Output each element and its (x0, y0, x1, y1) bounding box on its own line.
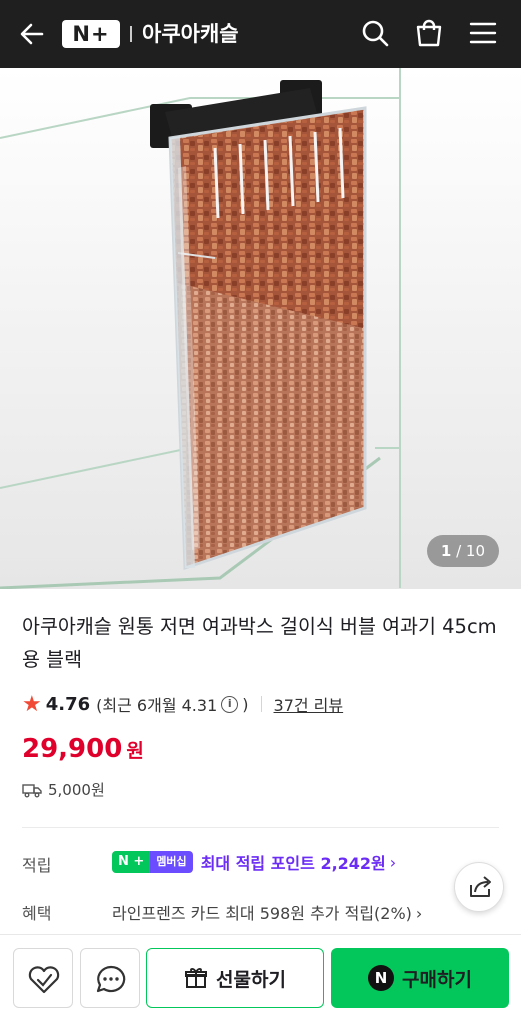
store-name[interactable]: 아쿠아캐슬 (142, 19, 239, 49)
buy-button-label: 구매하기 (402, 968, 472, 991)
talk-button[interactable] (80, 948, 140, 1008)
wishlist-button[interactable] (13, 948, 73, 1008)
product-title: 아쿠아캐슬 원통 저면 여과박스 걸이식 버블 여과기 45cm용 블랙 (22, 615, 497, 671)
benefit-label: 혜택 (22, 904, 52, 923)
naver-n-icon: N (368, 965, 395, 991)
chevron-right-icon: › (415, 904, 423, 923)
points-label: 적립 (22, 856, 52, 875)
recent-rating: (최근 6개월 4.31 (96, 696, 218, 715)
points-row[interactable]: N + 멤버십 최대 적립 포인트 2,242원 › (112, 850, 396, 874)
product-image[interactable]: 1 / 10 (0, 68, 521, 589)
share-icon (470, 876, 491, 897)
logo-divider (130, 26, 132, 42)
naver-plus-membership-badge: N + 멤버십 (112, 851, 193, 873)
back-arrow-icon[interactable] (18, 20, 46, 48)
rating-value: 4.76 (45, 693, 91, 715)
bottom-action-bar: 선물하기 N 구매하기 (0, 934, 521, 1024)
gift-icon (185, 968, 208, 988)
star-icon: ★ (22, 691, 42, 717)
recent-rating-close: ) (242, 694, 249, 714)
price-value: 29,900 (22, 734, 123, 764)
price-unit: 원 (126, 740, 144, 762)
product-photo-illustration (0, 68, 521, 589)
search-icon[interactable] (360, 18, 390, 48)
chevron-right-icon: › (389, 852, 397, 872)
section-divider (22, 827, 499, 828)
gift-button[interactable]: 선물하기 (146, 948, 324, 1008)
benefit-row[interactable]: 라인프렌즈 카드 최대 598원 추가 적립(2%) › (112, 900, 422, 924)
info-icon[interactable]: i (221, 695, 239, 713)
chat-bubble-icon (96, 965, 126, 993)
shipping-fee: 5,000원 (48, 781, 105, 799)
delivery-truck-icon (22, 783, 42, 797)
review-count-link[interactable]: 37건 리뷰 (274, 692, 344, 716)
shipping-info: 5,000원 (22, 779, 105, 800)
image-counter: 1 / 10 (426, 535, 499, 567)
naver-plus-logo[interactable]: N+ (62, 20, 120, 48)
menu-icon[interactable] (468, 18, 498, 48)
max-points-text: 최대 적립 포인트 2,242원 (200, 854, 386, 873)
heart-check-icon (28, 966, 60, 994)
gift-button-label: 선물하기 (216, 968, 286, 991)
benefit-text: 라인프렌즈 카드 최대 598원 추가 적립(2%) (112, 904, 412, 923)
rating-row: ★ 4.76 (최근 6개월 4.31 i ) 37건 리뷰 (22, 690, 343, 718)
separator (260, 696, 262, 712)
buy-button[interactable]: N 구매하기 (331, 948, 509, 1008)
price: 29,900 원 (22, 734, 144, 764)
top-header: N+ 아쿠아캐슬 (0, 0, 521, 68)
shopping-bag-icon[interactable] (414, 18, 444, 48)
share-button[interactable] (454, 862, 504, 912)
